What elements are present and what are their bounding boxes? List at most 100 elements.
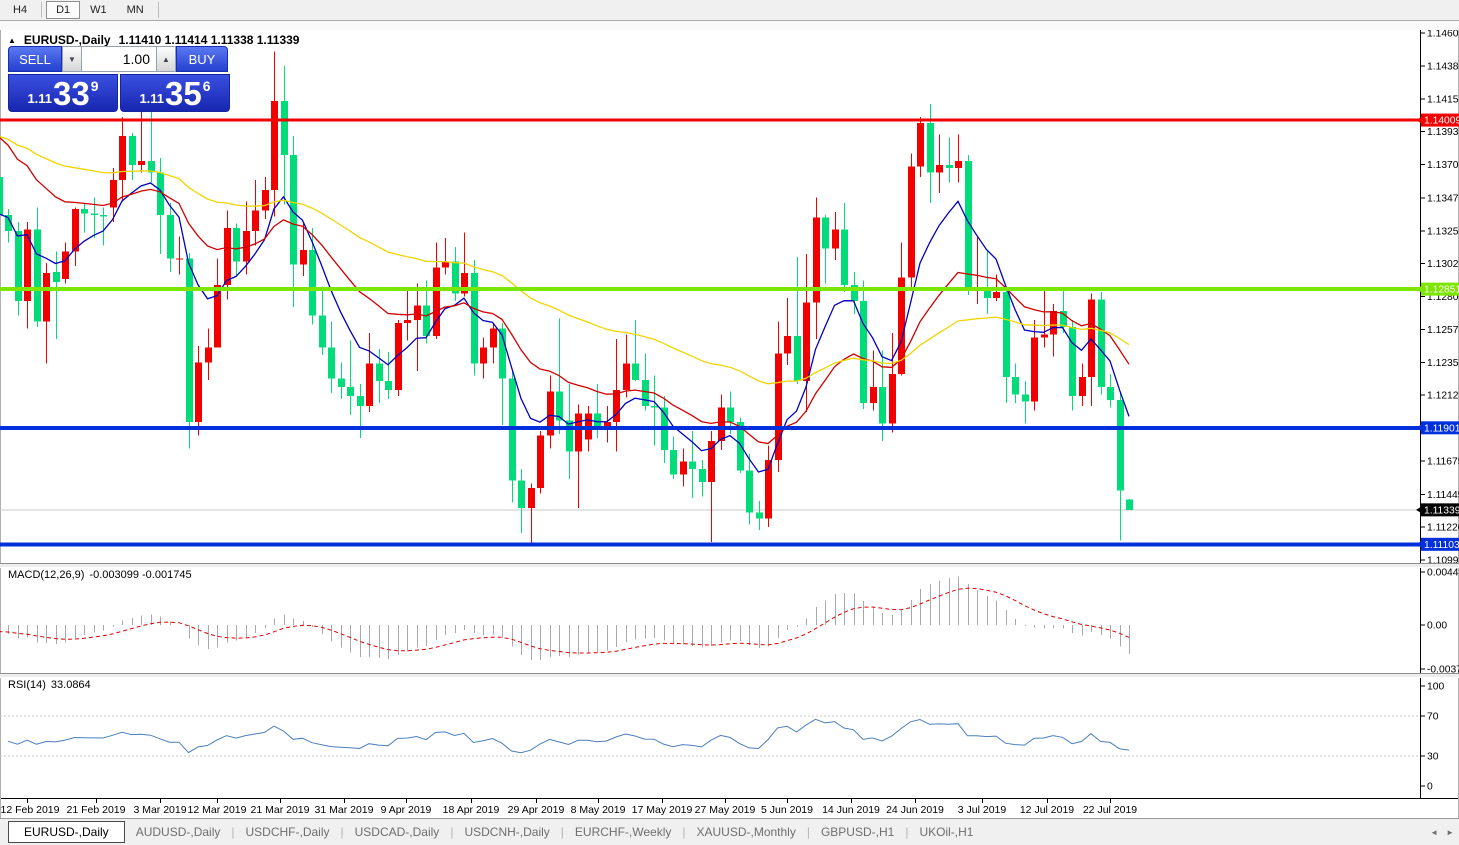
tab-scroll-right-button[interactable]: ►: [1446, 828, 1454, 837]
rsi-value: 33.0864: [51, 679, 91, 691]
svg-text:1.11339: 1.11339: [1424, 505, 1459, 516]
date-label: 14 Jun 2019: [822, 804, 880, 816]
date-label: 12 Feb 2019: [1, 804, 60, 816]
svg-text:-0.003715: -0.003715: [1427, 665, 1459, 676]
rsi-name: RSI(14): [8, 679, 46, 691]
volume-increase-button[interactable]: ▲: [156, 46, 176, 72]
svg-text:1.14009: 1.14009: [1424, 116, 1459, 127]
horizontal-level-lines[interactable]: [0, 119, 1420, 547]
sell-button[interactable]: SELL: [8, 46, 62, 72]
hline-1.11103[interactable]: [0, 542, 1420, 546]
svg-text:1.12851: 1.12851: [1424, 285, 1459, 296]
hline-1.12851[interactable]: [0, 287, 1420, 291]
svg-text:70: 70: [1427, 712, 1439, 723]
ask-price-box[interactable]: 1.11 35 6: [120, 74, 230, 112]
svg-text:1.14155: 1.14155: [1427, 94, 1459, 105]
panel-separators[interactable]: [0, 563, 1459, 678]
date-label: 3 Mar 2019: [133, 804, 186, 816]
tab-audusd-daily[interactable]: AUDUSD-,Daily: [125, 822, 232, 842]
tab-ukoil-h1[interactable]: UKOil-,H1: [908, 822, 984, 842]
date-label: 29 Apr 2019: [508, 804, 565, 816]
macd-name: MACD(12,26,9): [8, 569, 84, 581]
macd-values: -0.003099 -0.001745: [89, 569, 191, 581]
ma-55-line: [0, 136, 1129, 384]
date-label: 18 Apr 2019: [443, 804, 500, 816]
date-label: 9 Apr 2019: [381, 804, 432, 816]
date-label: 21 Mar 2019: [251, 804, 310, 816]
timeframe-button-h4[interactable]: H4: [3, 1, 37, 19]
volume-decrease-button[interactable]: ▼: [62, 46, 82, 72]
ask-price-prefix: 1.11: [139, 91, 164, 106]
chart-symbol-label: EURUSD-,Daily: [24, 33, 111, 47]
rsi-line: [8, 719, 1129, 752]
date-axis[interactable]: 12 Feb 2019 21 Feb 2019 3 Mar 201912 Mar 2…: [1, 799, 1138, 816]
volume-input[interactable]: [82, 46, 156, 72]
chart-title: ▲ EURUSD-,Daily 1.11410 1.11414 1.11338 …: [8, 33, 299, 47]
window-top-strip: [0, 21, 1459, 30]
svg-text:1.14380: 1.14380: [1427, 61, 1459, 72]
tab-usdcad-daily[interactable]: USDCAD-,Daily: [344, 822, 451, 842]
date-label: 3 Jul 2019: [958, 804, 1007, 816]
tab-gbpusd-h1[interactable]: GBPUSD-,H1: [810, 822, 905, 842]
date-label: 27 May 2019: [695, 804, 756, 816]
bid-price-prefix: 1.11: [27, 91, 52, 106]
date-label: 31 Mar 2019: [315, 804, 374, 816]
svg-text:1.12350: 1.12350: [1427, 358, 1459, 369]
toolbar-separator: [158, 2, 159, 18]
rsi-panel: 100 70 30 0: [0, 682, 1444, 793]
svg-text:1.13930: 1.13930: [1427, 127, 1459, 138]
ask-price-big: 35: [165, 80, 202, 108]
date-label: 12 Jul 2019: [1020, 804, 1074, 816]
symbol-marker-icon: ▲: [8, 36, 16, 45]
svg-text:1.13475: 1.13475: [1427, 194, 1459, 205]
svg-text:1.11901: 1.11901: [1424, 423, 1459, 434]
hline-1.11901[interactable]: [0, 426, 1420, 430]
tab-xauusd-monthly[interactable]: XAUUSD-,Monthly: [685, 822, 806, 842]
macd-signal-line: [0, 588, 1129, 653]
bid-price-pip: 9: [91, 78, 99, 94]
tab-scroll-arrows: ◄ ►: [1430, 828, 1454, 837]
svg-text:0: 0: [1427, 782, 1433, 793]
svg-text:1.11103: 1.11103: [1424, 540, 1459, 551]
tab-usdchf-daily[interactable]: USDCHF-,Daily: [235, 822, 341, 842]
date-label: 8 May 2019: [571, 804, 626, 816]
date-label: 12 Mar 2019: [188, 804, 247, 816]
svg-text:1.12125: 1.12125: [1427, 391, 1459, 402]
chart-tab-bar: EURUSD-,DailyAUDUSD-,Daily|USDCHF-,Daily…: [0, 818, 1459, 845]
svg-text:100: 100: [1427, 682, 1444, 693]
svg-text:0.004465: 0.004465: [1427, 568, 1459, 579]
candlestick-series[interactable]: [0, 51, 1133, 544]
timeframe-button-mn[interactable]: MN: [117, 1, 154, 19]
tab-eurusd-daily[interactable]: EURUSD-,Daily: [8, 821, 125, 843]
macd-label: MACD(12,26,9) -0.003099 -0.001745: [8, 569, 192, 581]
svg-text:1.11445: 1.11445: [1427, 490, 1459, 501]
one-click-trading-panel: SELL ▼ ▲ BUY 1.11 33 9 1.11 35 6: [8, 46, 230, 112]
svg-text:1.14605: 1.14605: [1427, 29, 1459, 40]
svg-text:1.13705: 1.13705: [1427, 160, 1459, 171]
price-axis[interactable]: 1.14605 1.14380 1.14155 1.13930 1.13705 1.134…: [1421, 29, 1459, 567]
date-label: 21 Feb 2019: [67, 804, 126, 816]
buy-button[interactable]: BUY: [176, 46, 228, 72]
tab-scroll-left-button[interactable]: ◄: [1430, 828, 1438, 837]
timeframe-button-w1[interactable]: W1: [80, 1, 117, 19]
bid-price-big: 33: [53, 80, 90, 108]
date-label: 17 May 2019: [632, 804, 693, 816]
tab-eurchf-weekly[interactable]: EURCHF-,Weekly: [564, 822, 682, 842]
svg-text:1.13250: 1.13250: [1427, 226, 1459, 237]
mt4-window: { "toolbar": {"timeframes": ["H4", "D1",…: [0, 0, 1459, 845]
rsi-label: RSI(14) 33.0864: [8, 679, 91, 691]
hline-1.14009[interactable]: [0, 119, 1420, 122]
svg-text:1.11220: 1.11220: [1427, 523, 1459, 534]
ask-price-pip: 6: [203, 78, 211, 94]
tab-usdcnh-daily[interactable]: USDCNH-,Daily: [453, 822, 560, 842]
chart-canvas[interactable]: 1.14605 1.14380 1.14155 1.13930 1.13705 1.134…: [0, 0, 1459, 818]
bid-price-box[interactable]: 1.11 33 9: [8, 74, 118, 112]
date-label: 5 Jun 2019: [761, 804, 813, 816]
timeframe-toolbar: H4 D1W1MN: [0, 0, 1459, 21]
svg-text:30: 30: [1427, 752, 1439, 763]
macd-panel: 0.004465 0.00 -0.003715: [0, 568, 1459, 676]
toolbar-separator: [41, 2, 42, 18]
svg-text:0.00: 0.00: [1427, 621, 1447, 632]
timeframe-button-d1[interactable]: D1: [46, 1, 80, 19]
date-label: 24 Jun 2019: [886, 804, 944, 816]
